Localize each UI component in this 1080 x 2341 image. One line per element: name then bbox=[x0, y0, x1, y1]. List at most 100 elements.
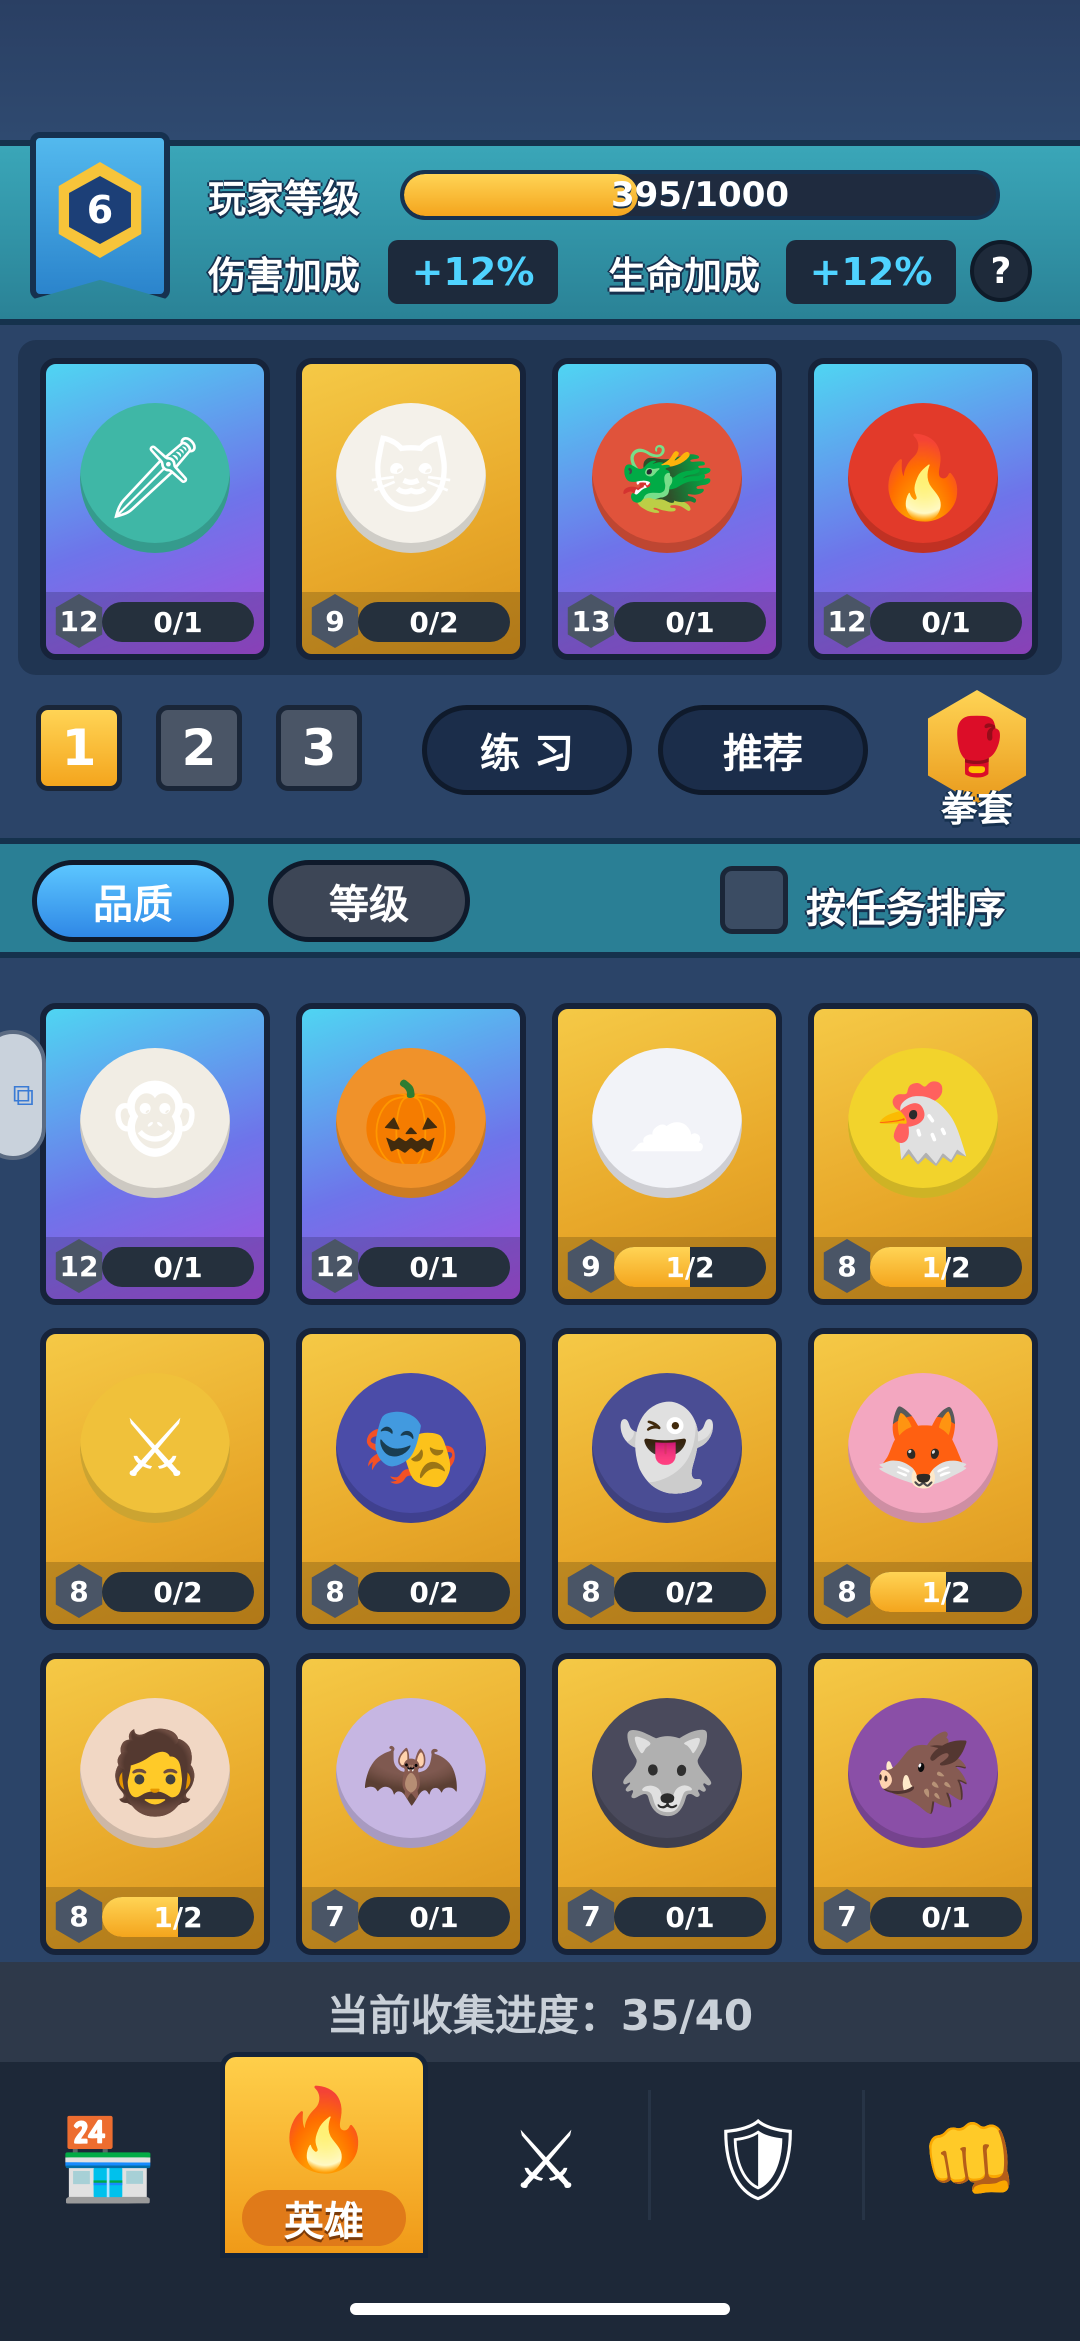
card-count-text: 0/1 bbox=[921, 1900, 971, 1934]
hero-card-count: 0/1 bbox=[358, 1897, 510, 1937]
top-background bbox=[0, 0, 1080, 140]
team-hero-card[interactable]: 🗡 12 0/1 bbox=[40, 358, 270, 660]
deck-tab-3[interactable]: 3 bbox=[276, 705, 362, 791]
player-level-label: 玩家等级 bbox=[208, 177, 361, 221]
card-count-text: 0/2 bbox=[409, 605, 459, 639]
player-xp-bar: 395/1000 bbox=[400, 170, 1000, 220]
pumpkin-hero: 🎃 bbox=[336, 1048, 486, 1198]
question-icon: ? bbox=[990, 250, 1012, 292]
hero-card-count: 0/1 bbox=[358, 1247, 510, 1287]
hero-card-count: 0/1 bbox=[102, 602, 254, 642]
card-count-text: 0/1 bbox=[665, 1900, 715, 1934]
fire-bird-hero: 🔥 bbox=[848, 403, 998, 553]
hero-card-count: 0/1 bbox=[614, 602, 766, 642]
collection-hero-card[interactable]: 🦊 8 1/2 bbox=[808, 1328, 1038, 1630]
collection-hero-card[interactable]: ⚔ 8 0/2 bbox=[40, 1328, 270, 1630]
task-sort-label: 按任务排序 bbox=[806, 886, 1006, 932]
xp-text: 395/1000 bbox=[610, 175, 790, 215]
white-cat-hero: 🐱 bbox=[336, 403, 486, 553]
old-dwarf-hero: 🧔 bbox=[80, 1698, 230, 1848]
nav-hero-label: 英雄 bbox=[242, 2190, 406, 2246]
collection-hero-card[interactable]: 👻 8 0/2 bbox=[552, 1328, 782, 1630]
hero-card-count: 0/1 bbox=[870, 602, 1022, 642]
collection-hero-card[interactable]: 🐵 12 0/1 bbox=[40, 1003, 270, 1305]
teal-knight-hero: 🗡 bbox=[80, 403, 230, 553]
sort-level-button[interactable]: 等级 bbox=[268, 860, 470, 942]
rooster-hero: 🐔 bbox=[848, 1048, 998, 1198]
hero-card-count: 0/2 bbox=[358, 602, 510, 642]
hp-bonus-value: +12% bbox=[786, 240, 956, 304]
damage-bonus-value: +12% bbox=[388, 240, 558, 304]
nav-divider bbox=[648, 2090, 651, 2220]
card-count-text: 0/1 bbox=[153, 605, 203, 639]
damage-bonus-label: 伤害加成 bbox=[208, 254, 361, 298]
card-count-text: 0/1 bbox=[409, 1900, 459, 1934]
team-hero-card[interactable]: 🐱 9 0/2 bbox=[296, 358, 526, 660]
card-count-text: 0/2 bbox=[153, 1575, 203, 1609]
side-drawer-handle[interactable]: ⧉ bbox=[0, 1030, 46, 1160]
hero-card-count: 0/1 bbox=[102, 1247, 254, 1287]
glove-label: 拳套 bbox=[940, 789, 1013, 830]
collection-progress: 当前收集进度：35/40 bbox=[0, 1962, 1080, 2062]
card-count-text: 0/2 bbox=[665, 1575, 715, 1609]
home-indicator bbox=[350, 2303, 730, 2315]
collection-hero-card[interactable]: ☁ 9 1/2 bbox=[552, 1003, 782, 1305]
hero-card-count: 1/2 bbox=[870, 1247, 1022, 1287]
card-count-text: 0/1 bbox=[921, 605, 971, 639]
feather-mask-hero: 🎭 bbox=[336, 1373, 486, 1523]
guild-shield-icon: 🛡 bbox=[707, 2113, 809, 2206]
collection-hero-card[interactable]: 🎭 8 0/2 bbox=[296, 1328, 526, 1630]
sort-quality-button[interactable]: 品质 bbox=[32, 860, 234, 942]
glove-button[interactable]: 🥊 拳套 bbox=[912, 690, 1042, 830]
deck-tab-2[interactable]: 2 bbox=[156, 705, 242, 791]
hero-card-count: 0/2 bbox=[102, 1572, 254, 1612]
hero-card-count: 1/2 bbox=[102, 1897, 254, 1937]
card-count-text: 0/1 bbox=[409, 1250, 459, 1284]
hero-card-count: 1/2 bbox=[870, 1572, 1022, 1612]
collection-hero-card[interactable]: 🧔 8 1/2 bbox=[40, 1653, 270, 1955]
card-count-text: 0/1 bbox=[665, 605, 715, 639]
hero-card-count: 0/1 bbox=[870, 1897, 1022, 1937]
help-button[interactable]: ? bbox=[970, 240, 1032, 302]
nav-crossed-swords[interactable]: ⚔ bbox=[446, 2070, 646, 2250]
card-count-text: 0/2 bbox=[409, 1575, 459, 1609]
nav-fist-bump[interactable]: 👊 bbox=[870, 2070, 1070, 2250]
puzzle-icon: ⧉ bbox=[12, 1077, 34, 1113]
collection-hero-card[interactable]: 🦇 7 0/1 bbox=[296, 1653, 526, 1955]
ice-shadow-hero: 👻 bbox=[592, 1373, 742, 1523]
card-count-text: 1/2 bbox=[921, 1575, 971, 1609]
card-count-text: 1/2 bbox=[921, 1250, 971, 1284]
monkey-king-hero: 🐵 bbox=[80, 1048, 230, 1198]
red-dragon-hero: 🐲 bbox=[592, 403, 742, 553]
practice-button[interactable]: 练 习 bbox=[422, 705, 632, 795]
hero-card-count: 0/2 bbox=[614, 1572, 766, 1612]
bat-pig-hero: 🐗 bbox=[848, 1698, 998, 1848]
hero-cards-icon: 🔥 bbox=[274, 2083, 374, 2176]
card-count-text: 0/1 bbox=[153, 1250, 203, 1284]
task-sort-checkbox[interactable] bbox=[720, 866, 788, 934]
vampire-maid-hero: 🦇 bbox=[336, 1698, 486, 1848]
collection-hero-card[interactable]: 🎃 12 0/1 bbox=[296, 1003, 526, 1305]
collection-hero-card[interactable]: 🐗 7 0/1 bbox=[808, 1653, 1038, 1955]
collection-hero-card[interactable]: 🐺 7 0/1 bbox=[552, 1653, 782, 1955]
recommend-button[interactable]: 推荐 bbox=[658, 705, 868, 795]
fox-mask-girl-hero: 🦊 bbox=[848, 1373, 998, 1523]
team-hero-card[interactable]: 🔥 12 0/1 bbox=[808, 358, 1038, 660]
fist-bump-icon: 👊 bbox=[920, 2113, 1020, 2206]
nav-guild-shield[interactable]: 🛡 bbox=[658, 2070, 858, 2250]
nav-shop[interactable]: 🏪 bbox=[8, 2070, 208, 2250]
shop-icon: 🏪 bbox=[58, 2113, 158, 2206]
deck-tab-1[interactable]: 1 bbox=[36, 705, 122, 791]
hp-bonus-label: 生命加成 bbox=[608, 254, 761, 298]
team-hero-card[interactable]: 🐲 13 0/1 bbox=[552, 358, 782, 660]
crossed-swords-icon: ⚔ bbox=[510, 2113, 582, 2207]
cloud-hero: ☁ bbox=[592, 1048, 742, 1198]
collection-hero-card[interactable]: 🐔 8 1/2 bbox=[808, 1003, 1038, 1305]
card-count-text: 1/2 bbox=[665, 1250, 715, 1284]
card-count-text: 1/2 bbox=[153, 1900, 203, 1934]
wolf-hero: 🐺 bbox=[592, 1698, 742, 1848]
hero-card-count: 1/2 bbox=[614, 1247, 766, 1287]
hero-card-count: 0/1 bbox=[614, 1897, 766, 1937]
hero-card-count: 0/2 bbox=[358, 1572, 510, 1612]
knight-hero: ⚔ bbox=[80, 1373, 230, 1523]
